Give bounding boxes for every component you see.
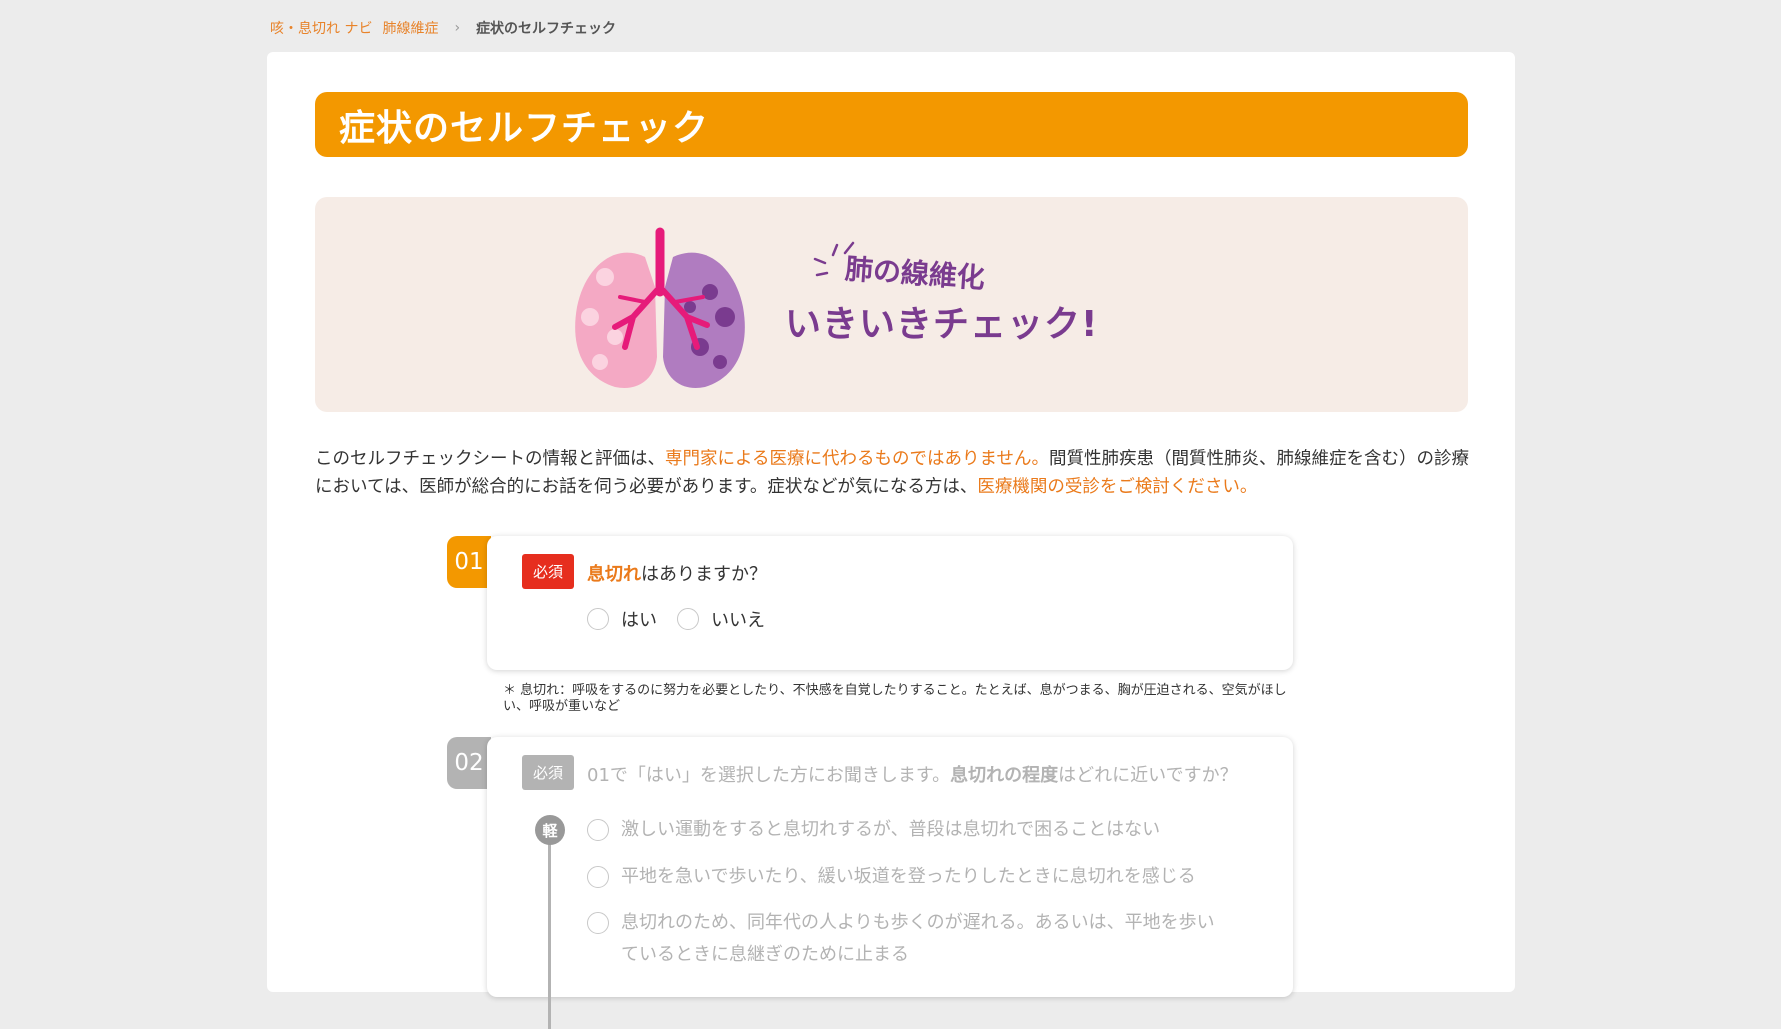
question-text-rest: はどれに近いですか？ [1058, 765, 1238, 786]
breadcrumb: 咳・息切れ ナビ 肺線維症 › 症状のセルフチェック [270, 18, 616, 38]
question-card-01: 必須 息切れはありますか？ はい いいえ [487, 536, 1293, 670]
intro-highlight-2: 医療機関の受診をご検討ください。 [977, 477, 1258, 497]
option-label: 息切れのため、同年代の人よりも歩くのが遅れる。あるいは、平地を歩いているときに息… [621, 912, 1215, 965]
intro-text-1: このセルフチェックシートの情報と評価は、 [315, 449, 665, 469]
option-severity-1[interactable]: 激しい運動をすると息切れするが、普段は息切れで困ることはない [587, 814, 1160, 846]
breadcrumb-current: 症状のセルフチェック [476, 21, 617, 37]
radio-button[interactable] [587, 608, 609, 630]
severity-scale-line [548, 829, 551, 1029]
question-text-02: 01で「はい」を選択した方にお聞きします。息切れの程度はどれに近いですか？ [587, 761, 1238, 787]
option-label: 平地を急いで歩いたり、緩い坂道を登ったりしたときに息切れを感じる [621, 866, 1196, 887]
page-title-bar: 症状のセルフチェック [315, 92, 1468, 157]
radio-button[interactable] [587, 819, 609, 841]
option-label: 激しい運動をすると息切れするが、普段は息切れで困ることはない [621, 819, 1161, 840]
option-severity-2[interactable]: 平地を急いで歩いたり、緩い坂道を登ったりしたときに息切れを感じる [587, 861, 1196, 893]
question-number-02: 02 [447, 737, 491, 789]
banner-heading-line2: いきいきチェック! [785, 304, 1099, 345]
question-text-01: 息切れはありますか？ [587, 560, 767, 586]
radio-button[interactable] [677, 608, 699, 630]
hero-banner: 肺の線維化 いきいきチェック! [315, 197, 1468, 412]
radio-button[interactable] [587, 912, 609, 934]
chevron-right-icon: › [454, 20, 461, 36]
intro-paragraph: このセルフチェックシートの情報と評価は、専門家による医療に代わるものではありませ… [315, 445, 1475, 501]
question-keyword: 息切れ [587, 564, 641, 585]
intro-highlight-1: 専門家による医療に代わるものではありません。 [665, 449, 1049, 469]
option-severity-3[interactable]: 息切れのため、同年代の人よりも歩くのが遅れる。あるいは、平地を歩いているときに息… [587, 907, 1227, 971]
option-label: はい [621, 610, 657, 631]
question-text-pre: 01で「はい」を選択した方にお聞きします。 [587, 765, 951, 786]
question-text-rest: はありますか？ [641, 564, 767, 585]
required-badge: 必須 [522, 755, 574, 790]
severity-light-badge: 軽 [535, 815, 565, 845]
breadcrumb-link-home[interactable]: 咳・息切れ ナビ [270, 18, 372, 38]
option-label: いいえ [711, 610, 765, 631]
question-note-01: ＊ 息切れ：呼吸をするのに努力を必要としたり、不快感を自覚したりすること。たとえ… [503, 683, 1287, 714]
option-yes[interactable]: はい [587, 606, 657, 632]
required-badge: 必須 [522, 554, 574, 589]
question-number-01: 01 [447, 536, 491, 588]
page-title: 症状のセルフチェック [339, 107, 710, 149]
question-keyword: 息切れの程度 [950, 765, 1059, 786]
option-no[interactable]: いいえ [677, 606, 765, 632]
radio-button[interactable] [587, 866, 609, 888]
question-card-02: 必須 01で「はい」を選択した方にお聞きします。息切れの程度はどれに近いですか？… [487, 737, 1293, 1029]
breadcrumb-link-fibrosis[interactable]: 肺線維症 [382, 18, 438, 38]
